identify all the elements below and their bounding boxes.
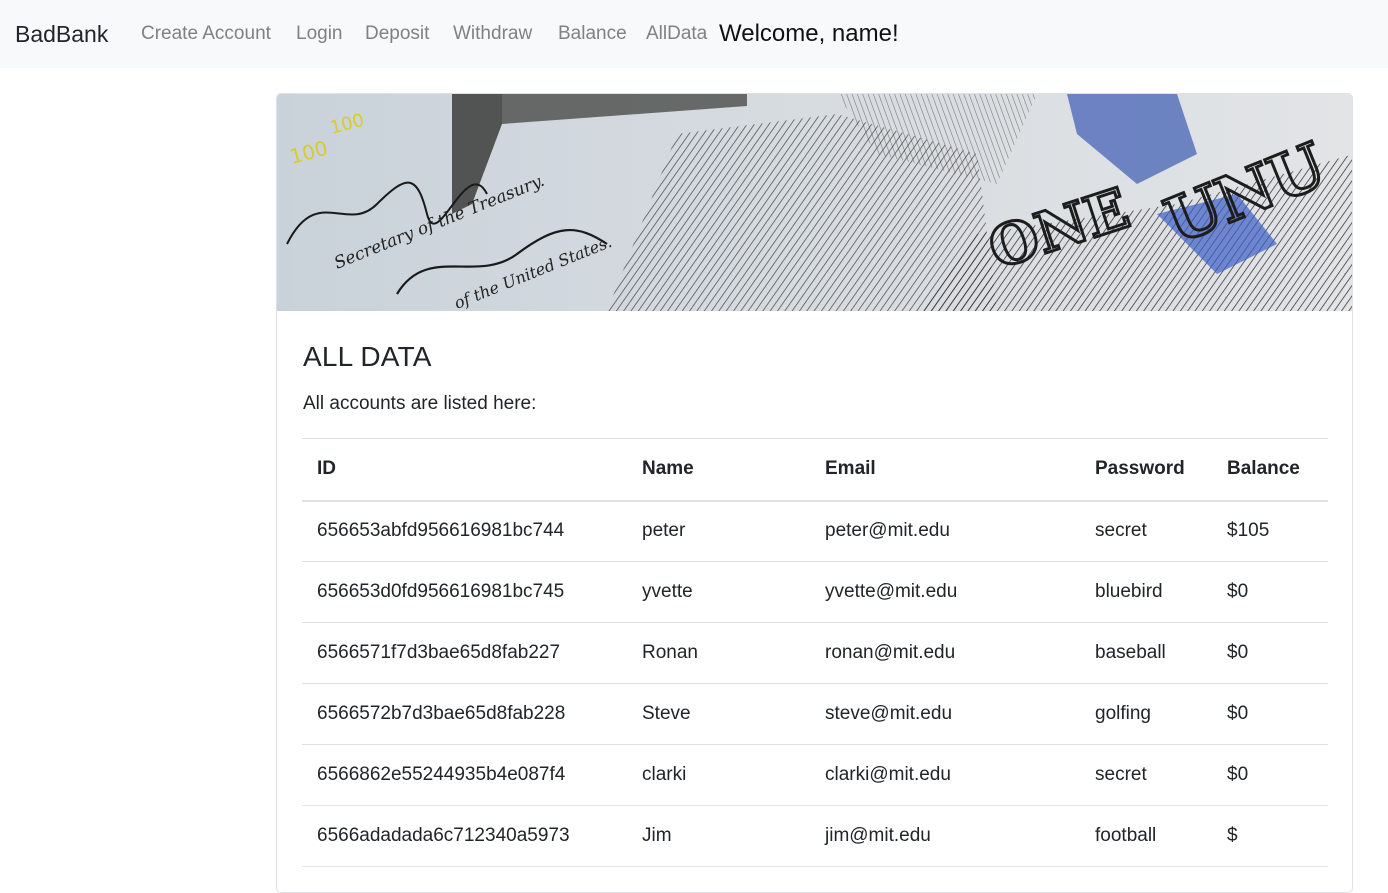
- table-header-row: ID Name Email Password Balance: [302, 438, 1328, 501]
- table-row: 656653abfd956616981bc744 peter peter@mit…: [302, 501, 1328, 562]
- cell-name: Ronan: [642, 642, 698, 663]
- cell-name: Steve: [642, 703, 691, 724]
- header-id: ID: [317, 458, 336, 480]
- welcome-message: Welcome, name!: [719, 20, 899, 47]
- cell-id: 656653abfd956616981bc744: [317, 520, 565, 542]
- cell-id: 6566862e55244935b4e087f4: [317, 764, 566, 785]
- page-title: ALL DATA: [303, 341, 432, 372]
- banner-image: ONE UNU 100 100 Secretary of the Treasur…: [277, 94, 1352, 311]
- table-row: 6566adadada6c712340a5973 Jim jim@mit.edu…: [302, 806, 1328, 867]
- cell-password: baseball: [1095, 642, 1166, 663]
- cell-balance: $0: [1227, 581, 1249, 602]
- brand-link[interactable]: BadBank: [15, 19, 108, 49]
- cell-email: clarki@mit.edu: [825, 764, 951, 785]
- navbar: BadBank Create Account Login Deposit Wit…: [0, 0, 1388, 68]
- table-row: 656653d0fd956616981bc745 yvette yvette@m…: [302, 562, 1328, 623]
- card-description: All accounts are listed here:: [303, 393, 537, 414]
- banknote-illustration: ONE UNU 100 100 Secretary of the Treasur…: [277, 94, 1352, 311]
- cell-balance: $: [1227, 825, 1238, 846]
- cell-email: jim@mit.edu: [825, 825, 931, 846]
- table-row: 6566572b7d3bae65d8fab228 Steve steve@mit…: [302, 684, 1328, 745]
- header-email: Email: [825, 458, 876, 480]
- header-name: Name: [642, 458, 694, 480]
- nav-deposit[interactable]: Deposit: [365, 22, 429, 46]
- cell-id: 6566571f7d3bae65d8fab227: [317, 642, 561, 663]
- cell-id: 656653d0fd956616981bc745: [317, 581, 565, 602]
- table-row: 6566862e55244935b4e087f4 clarki clarki@m…: [302, 745, 1328, 806]
- cell-balance: $105: [1227, 520, 1270, 542]
- cell-balance: $0: [1227, 703, 1249, 724]
- cell-email: yvette@mit.edu: [825, 581, 958, 602]
- accounts-table: ID Name Email Password Balance 656653abf…: [302, 438, 1328, 867]
- cell-balance: $0: [1227, 764, 1249, 785]
- table-row: 6566571f7d3bae65d8fab227 Ronan ronan@mit…: [302, 623, 1328, 684]
- cell-email: steve@mit.edu: [825, 703, 953, 724]
- cell-email: peter@mit.edu: [825, 520, 950, 542]
- cell-id: 6566adadada6c712340a5973: [317, 825, 570, 846]
- cell-name: yvette: [642, 581, 693, 602]
- header-balance: Balance: [1227, 458, 1300, 480]
- cell-balance: $0: [1227, 642, 1249, 663]
- cell-id: 6566572b7d3bae65d8fab228: [317, 703, 566, 724]
- cell-email: ronan@mit.edu: [825, 642, 956, 663]
- nav-withdraw[interactable]: Withdraw: [453, 22, 532, 46]
- cell-password: football: [1095, 825, 1157, 846]
- cell-password: secret: [1095, 764, 1147, 785]
- cell-name: peter: [642, 520, 686, 542]
- nav-alldata[interactable]: AllData: [646, 22, 707, 46]
- header-password: Password: [1095, 458, 1185, 480]
- nav-login[interactable]: Login: [296, 22, 343, 46]
- cell-name: Jim: [642, 825, 672, 846]
- cell-password: golfing: [1095, 703, 1151, 724]
- cell-name: clarki: [642, 764, 687, 785]
- nav-create-account[interactable]: Create Account: [141, 22, 271, 46]
- cell-password: bluebird: [1095, 581, 1163, 602]
- alldata-card: ONE UNU 100 100 Secretary of the Treasur…: [276, 93, 1353, 893]
- cell-password: secret: [1095, 520, 1147, 542]
- nav-balance[interactable]: Balance: [558, 22, 627, 46]
